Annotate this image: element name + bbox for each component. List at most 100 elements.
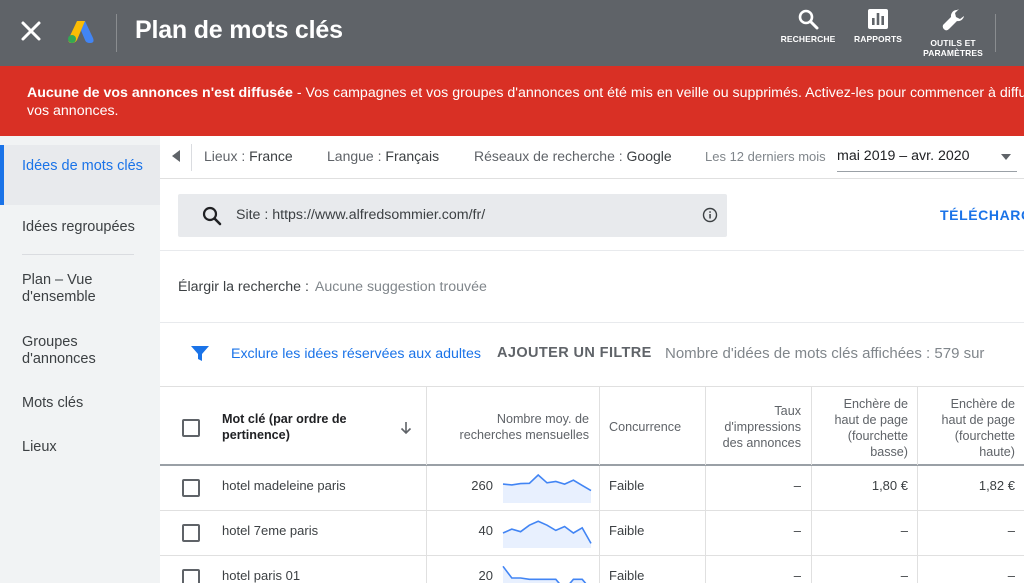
network-filter-label: Réseaux de recherche :	[474, 148, 627, 164]
row-checkbox[interactable]	[182, 569, 200, 583]
sidebar-item-label: Lieux	[22, 439, 57, 455]
filter-row: Exclure les idées réservées aux adultes …	[160, 338, 1024, 370]
targeting-bar: Lieux : France Langue : Français Réseaux…	[160, 136, 1024, 179]
bid-high-cell: –	[917, 556, 1024, 583]
date-range-select[interactable]: mai 2019 – avr. 2020	[837, 144, 1017, 172]
bid-high-value: –	[1007, 568, 1015, 583]
keyword-ideas-table: Mot clé (par ordre de pertinence) Nombre …	[160, 386, 1024, 583]
banner-bold-text: Aucune de vos annonces n'est diffusée	[27, 85, 293, 101]
page-title: Plan de mots clés	[135, 16, 343, 44]
impression-share-value: –	[793, 568, 801, 583]
bid-low-cell: –	[811, 556, 917, 583]
table-row[interactable]: hotel paris 01 20 Faible – – –	[160, 556, 1024, 583]
search-icon	[202, 206, 222, 226]
column-header-competition-label: Concurrence	[609, 420, 682, 434]
competition-cell: Faible	[599, 556, 705, 583]
trend-sparkline	[502, 473, 592, 503]
sidebar-item-locations[interactable]: Lieux	[0, 439, 160, 456]
language-filter[interactable]: Langue : Français	[327, 148, 439, 164]
column-header-competition[interactable]: Concurrence	[599, 387, 705, 465]
search-icon	[798, 9, 819, 30]
banner-text: - Vos campagnes et vos groupes d'annonce…	[292, 85, 1024, 101]
impression-share-cell: –	[705, 466, 811, 511]
keyword-search-input[interactable]: Site : https://www.alfredsommier.com/fr/	[178, 194, 727, 237]
sort-arrow-down-icon	[400, 422, 412, 435]
sidebar-item-label: Idées de mots clés	[22, 158, 143, 174]
trend-sparkline	[502, 520, 592, 548]
table-row[interactable]: hotel 7eme paris 40 Faible – – –	[160, 511, 1024, 556]
broaden-search: Élargir la recherche : Aucune suggestion …	[178, 279, 487, 295]
trend-sparkline	[502, 565, 587, 583]
monthly-searches-value: 260	[471, 478, 493, 493]
sidebar: Idées de mots clés Idées regroupées Plan…	[0, 136, 160, 583]
sidebar-item-plan-overview[interactable]: Plan – Vue d'ensemble	[0, 272, 160, 306]
language-filter-value: Français	[385, 148, 440, 164]
bid-low-cell: –	[811, 511, 917, 556]
row-checkbox[interactable]	[182, 524, 200, 542]
competition-value: Faible	[609, 568, 645, 583]
monthly-searches-value: 20	[478, 568, 493, 583]
column-header-bid-low[interactable]: Enchère de haut de page (fourchette basse)	[811, 387, 917, 465]
column-header-monthly-searches[interactable]: Nombre moy. de recherches mensuelles	[426, 387, 599, 465]
keyword-cell: hotel 7eme paris	[205, 511, 426, 556]
ideas-count: Nombre d'idées de mots clés affichées : …	[665, 345, 985, 362]
competition-cell: Faible	[599, 466, 705, 511]
dropdown-arrow-icon	[1001, 154, 1011, 160]
divider	[160, 322, 1024, 323]
locations-filter[interactable]: Lieux : France	[204, 148, 293, 164]
info-icon[interactable]	[702, 207, 718, 223]
keyword-text: hotel madeleine paris	[222, 478, 346, 493]
add-filter-button[interactable]: AJOUTER UN FILTRE	[497, 345, 652, 361]
competition-value: Faible	[609, 523, 645, 538]
reports-tool-button[interactable]: RAPPORTS	[843, 8, 913, 44]
column-header-keyword[interactable]: Mot clé (par ordre de pertinence)	[205, 387, 426, 465]
column-header-impression-share-label: Taux d'impressions des annonces	[722, 404, 801, 450]
bid-high-cell: 1,82 €	[917, 466, 1024, 511]
column-header-impression-share[interactable]: Taux d'impressions des annonces	[705, 387, 811, 465]
keyword-text: hotel paris 01	[222, 568, 301, 583]
download-button[interactable]: TÉLÉCHARG	[940, 207, 1024, 223]
banner-text-line2: vos annonces.	[27, 103, 119, 119]
bid-high-cell: –	[917, 511, 1024, 556]
sidebar-item-keyword-ideas[interactable]: Idées de mots clés	[0, 145, 160, 205]
column-header-bid-high-label: Enchère de haut de page (fourchette haute)	[941, 397, 1015, 459]
sidebar-item-grouped-ideas[interactable]: Idées regroupées	[0, 219, 160, 236]
bid-high-value: –	[1007, 523, 1015, 538]
reports-tool-label: RAPPORTS	[853, 34, 903, 44]
bid-low-value: –	[900, 568, 908, 583]
collapse-arrow-icon[interactable]	[172, 150, 180, 162]
period-label: Les 12 derniers mois	[705, 149, 826, 164]
divider	[160, 250, 1024, 251]
impression-share-value: –	[793, 478, 801, 493]
network-filter[interactable]: Réseaux de recherche : Google	[474, 148, 672, 164]
table-header: Mot clé (par ordre de pertinence) Nombre …	[160, 386, 1024, 466]
impression-share-cell: –	[705, 511, 811, 556]
close-icon[interactable]	[18, 18, 44, 44]
competition-value: Faible	[609, 478, 645, 493]
bid-low-cell: 1,80 €	[811, 466, 917, 511]
column-header-monthly-searches-label: Nombre moy. de recherches mensuelles	[459, 412, 590, 442]
filterbar-divider	[191, 144, 192, 171]
monthly-searches-cell: 260	[426, 466, 599, 511]
sidebar-item-ad-groups[interactable]: Groupes d'annonces	[0, 334, 160, 368]
select-all-checkbox[interactable]	[182, 419, 200, 437]
monthly-searches-cell: 20	[426, 556, 599, 583]
filter-funnel-icon[interactable]	[190, 345, 210, 363]
sparkline-area	[503, 475, 591, 503]
row-checkbox[interactable]	[182, 479, 200, 497]
top-app-bar: Plan de mots clés RECHERCHE RAPPORTS OUT…	[0, 0, 1024, 66]
column-header-bid-low-label: Enchère de haut de page (fourchette basse)	[834, 397, 908, 459]
keyword-cell: hotel madeleine paris	[205, 466, 426, 511]
competition-cell: Faible	[599, 511, 705, 556]
bid-low-value: 1,80 €	[871, 478, 908, 493]
exclude-adult-ideas-link[interactable]: Exclure les idées réservées aux adultes	[231, 346, 481, 362]
tools-settings-button[interactable]: OUTILS ET PARAMÈTRES	[918, 8, 988, 58]
column-header-bid-high[interactable]: Enchère de haut de page (fourchette haute)	[917, 387, 1024, 465]
sidebar-item-keywords[interactable]: Mots clés	[0, 395, 160, 412]
table-row[interactable]: hotel madeleine paris 260 Faible – 1,80 € 1,8…	[160, 466, 1024, 511]
search-tool-button[interactable]: RECHERCHE	[773, 8, 843, 44]
bid-low-value: –	[900, 523, 908, 538]
impression-share-value: –	[793, 523, 801, 538]
sparkline-area	[503, 566, 586, 583]
column-header-keyword-label: Mot clé (par ordre de pertinence)	[222, 412, 347, 442]
